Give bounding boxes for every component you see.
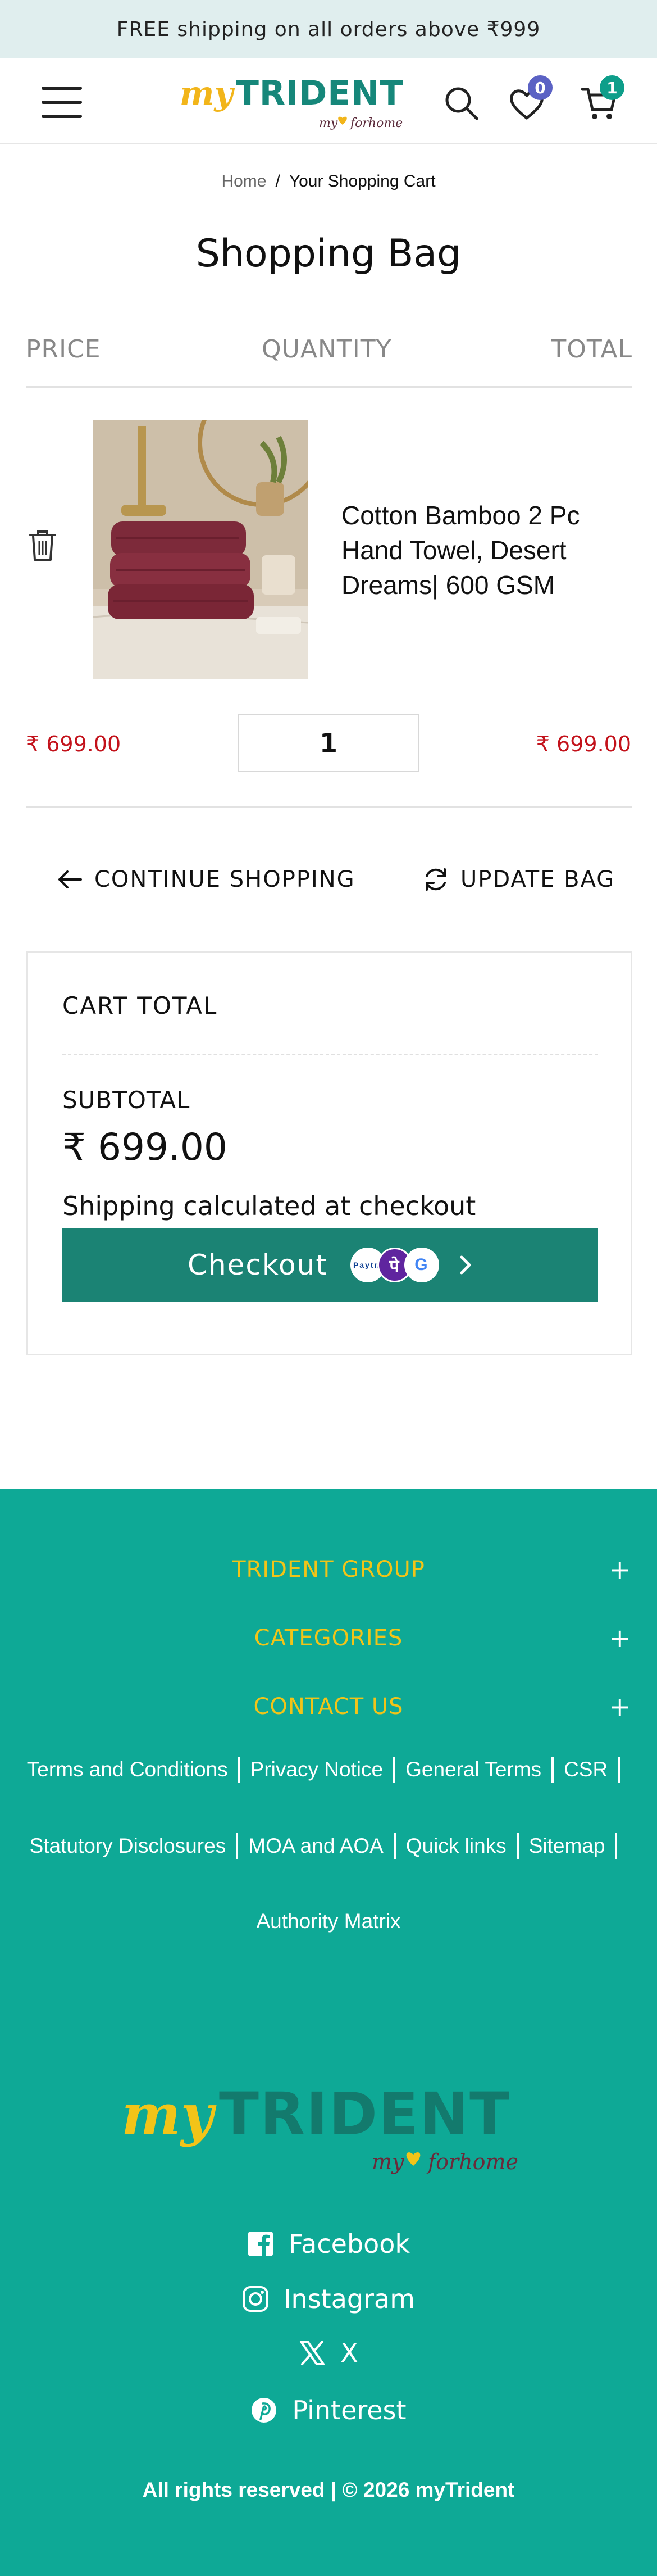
accordion-trident-group[interactable]: TRIDENT GROUP +	[0, 1550, 657, 1589]
footer-logo-heart-icon	[406, 2152, 421, 2166]
google-pay-icon: G	[404, 1248, 439, 1282]
shipping-note: Shipping calculated at checkout	[62, 1191, 476, 1221]
continue-shopping-button[interactable]: CONTINUE SHOPPING	[56, 860, 355, 899]
breadcrumb-home-link[interactable]: Home	[221, 172, 266, 191]
breadcrumb-current: Your Shopping Cart	[289, 172, 436, 191]
product-name-link[interactable]: Cotton Bamboo 2 Pc Hand Towel, Desert Dr…	[341, 498, 633, 602]
breadcrumb: Home / Your Shopping Cart	[0, 172, 657, 191]
social-pinterest-link[interactable]: Pinterest	[0, 2395, 657, 2425]
refresh-icon	[426, 868, 446, 891]
cart-total-divider	[62, 1054, 598, 1055]
facebook-icon	[248, 2232, 273, 2256]
cart-icon[interactable]: 1	[576, 75, 624, 126]
footer-brand-logo: my TRIDENT my forhome	[121, 2080, 518, 2174]
search-icon[interactable]	[439, 81, 484, 126]
plus-icon: +	[609, 1554, 631, 1585]
announcement-text: FREE shipping on all orders above ₹999	[116, 17, 541, 41]
wishlist-count-badge: 0	[528, 75, 553, 100]
copyright-text: All rights reserved | © 2026 myTrident	[142, 2478, 515, 2501]
plus-icon: +	[609, 1691, 631, 1722]
footer-link[interactable]: Terms and Conditions	[27, 1758, 228, 1781]
accordion-label: TRIDENT GROUP	[232, 1557, 425, 1582]
payment-icons: Paytm पे G	[350, 1248, 473, 1282]
quantity-input[interactable]	[239, 715, 418, 771]
footer-link[interactable]: Authority Matrix	[256, 1910, 400, 1933]
footer-logo-tag-forhome: forhome	[426, 2149, 518, 2174]
accordion-categories[interactable]: CATEGORIES +	[0, 1618, 657, 1658]
footer-link[interactable]: Quick links	[406, 1834, 507, 1858]
cart-count-badge: 1	[600, 75, 624, 100]
logo-tag-forhome: forhome	[349, 116, 403, 130]
logo-trident-text: TRIDENT	[236, 74, 403, 113]
remove-item-trash-icon[interactable]	[27, 528, 58, 562]
brand-logo[interactable]: my TRIDENT my forhome	[179, 69, 414, 134]
column-total: TOTAL	[551, 335, 632, 364]
logo-my-text: my	[180, 74, 235, 112]
logo-heart-icon	[338, 116, 347, 125]
cart-total-title: CART TOTAL	[62, 992, 218, 1019]
footer-logo-tag-my: my	[372, 2149, 404, 2174]
pinterest-icon	[252, 2398, 277, 2423]
accordion-label: CATEGORIES	[254, 1625, 403, 1651]
cart-divider	[26, 806, 632, 808]
subtotal-label: SUBTOTAL	[62, 1086, 190, 1114]
continue-shopping-label: CONTINUE SHOPPING	[94, 867, 355, 892]
quantity-field[interactable]	[238, 714, 419, 772]
page-title: Shopping Bag	[195, 232, 462, 276]
menu-icon[interactable]	[42, 87, 82, 118]
footer-link[interactable]: Statutory Disclosures	[30, 1834, 226, 1858]
social-label: X	[340, 2338, 358, 2368]
logo-tag-my: my	[319, 116, 338, 130]
update-bag-button[interactable]: UPDATE BAG	[422, 860, 615, 899]
arrow-left-icon	[58, 870, 82, 888]
footer-logo-trident: TRIDENT	[219, 2080, 510, 2148]
checkout-button[interactable]: Checkout Paytm पे G	[62, 1228, 598, 1302]
social-facebook-link[interactable]: Facebook	[0, 2229, 657, 2259]
social-instagram-link[interactable]: Instagram	[0, 2284, 657, 2314]
footer-logo-my: my	[121, 2081, 217, 2148]
social-x-link[interactable]: X	[0, 2338, 657, 2368]
item-price: ₹ 699.00	[26, 732, 121, 756]
site-header: my TRIDENT my forhome 0 1	[0, 58, 657, 144]
accordion-contact-us[interactable]: CONTACT US +	[0, 1687, 657, 1726]
announcement-bar: FREE shipping on all orders above ₹999	[0, 0, 657, 58]
checkout-label: Checkout	[188, 1249, 328, 1281]
cart-total-panel: CART TOTAL SUBTOTAL ₹ 699.00 Shipping ca…	[26, 951, 632, 1355]
item-total: ₹ 699.00	[536, 732, 631, 756]
social-label: Facebook	[288, 2229, 410, 2259]
update-bag-label: UPDATE BAG	[460, 867, 615, 892]
social-label: Pinterest	[292, 2395, 407, 2425]
footer-link[interactable]: General Terms	[405, 1758, 541, 1781]
x-twitter-icon	[300, 2341, 325, 2365]
column-price: PRICE	[26, 335, 101, 364]
column-quantity: QUANTITY	[262, 335, 392, 364]
footer-link[interactable]: Privacy Notice	[250, 1758, 383, 1781]
cart-column-headers: PRICE QUANTITY TOTAL	[26, 335, 632, 388]
plus-icon: +	[609, 1623, 631, 1653]
footer-link[interactable]: Sitemap	[529, 1834, 605, 1858]
footer-link[interactable]: CSR	[564, 1758, 608, 1781]
footer-link[interactable]: MOA and AOA	[248, 1834, 384, 1858]
instagram-icon	[242, 2286, 268, 2312]
product-image[interactable]	[93, 420, 308, 679]
subtotal-value: ₹ 699.00	[62, 1126, 227, 1169]
chevron-right-icon	[460, 1255, 471, 1275]
breadcrumb-separator: /	[275, 172, 280, 191]
social-label: Instagram	[283, 2284, 416, 2314]
accordion-label: CONTACT US	[253, 1694, 404, 1720]
wishlist-heart-icon[interactable]: 0	[504, 75, 553, 126]
